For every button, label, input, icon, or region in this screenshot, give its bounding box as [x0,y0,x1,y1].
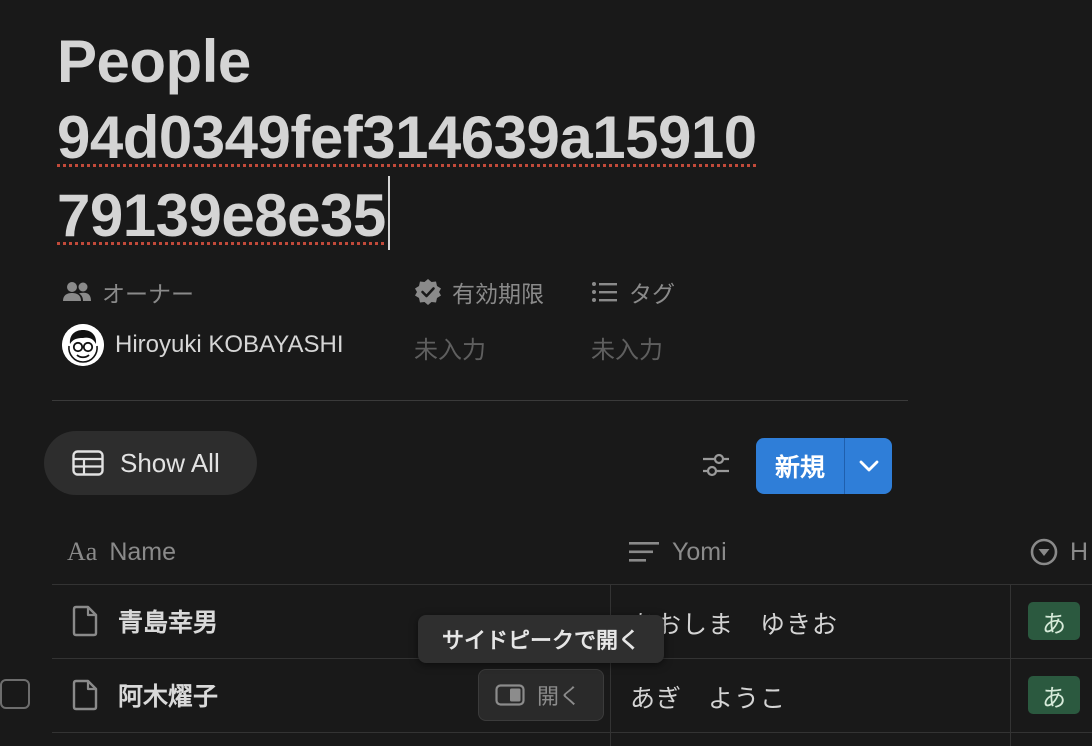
open-button-label: 開く [537,684,582,709]
property-tags[interactable]: タグ [591,276,675,308]
property-expiry-label: 有効期限 [452,281,544,307]
chevron-down-icon [859,460,878,472]
expiry-value[interactable]: 未入力 [414,330,486,365]
tag-badge[interactable]: あ [1028,602,1080,640]
list-icon [592,282,617,302]
text-aa-icon: Aa [67,537,98,566]
new-dropdown-button[interactable] [845,438,892,494]
owner-name: Hiroyuki KOBAYASHI [115,331,344,358]
side-peek-icon [495,684,525,706]
page-icon [72,605,98,637]
column-header-h-label: H [1070,537,1089,566]
text-caret [387,176,390,250]
property-owner[interactable]: オーナー [62,276,194,308]
tag-badge[interactable]: あ [1028,676,1080,714]
sliders-icon[interactable] [702,452,730,478]
tags-value[interactable]: 未入力 [591,330,663,365]
owner-value[interactable]: Hiroyuki KOBAYASHI [62,324,344,366]
page-title-line-1: People [57,28,251,95]
new-button-label[interactable]: 新規 [756,438,844,494]
text-lines-icon [629,542,659,562]
page-title[interactable]: People 94d0349fef314639a15910 79139e8e35 [57,24,917,254]
property-owner-label: オーナー [102,281,194,307]
avatar [62,324,104,366]
row-divider [52,584,1092,585]
table-row-name-text: 青島幸男 [118,609,219,637]
people-icon [63,282,91,301]
column-header-yomi-label: Yomi [672,537,727,566]
avatar-face-icon [62,324,104,366]
column-header-name-label: Name [109,537,177,566]
table-icon [72,450,104,476]
verified-badge-icon [415,279,441,305]
tooltip: サイドピークで開く [418,615,664,663]
new-button[interactable]: 新規 [756,438,892,494]
column-divider [610,584,611,746]
column-divider [1010,584,1011,746]
table-row-name[interactable]: 阿木燿子 [72,677,218,713]
row-divider [52,732,1092,733]
table-row-name-text: 阿木燿子 [118,683,219,711]
table-cell-yomi[interactable]: あぎ ようこ [630,679,786,715]
column-header-yomi[interactable]: Yomi [628,532,727,572]
select-circle-icon [1030,538,1058,566]
row-checkbox[interactable] [0,679,30,709]
page-icon [72,679,98,711]
column-header-h[interactable]: H [1030,532,1088,572]
column-header-name[interactable]: Aa Name [67,532,176,572]
page-title-line-3: 79139e8e35 [57,182,386,249]
open-side-peek-button[interactable]: 開く [479,670,603,720]
property-expiry[interactable]: 有効期限 [414,276,544,308]
page-title-line-2: 94d0349fef314639a15910 [57,104,757,171]
view-tab-show-all[interactable]: Show All [44,431,257,495]
property-tags-label: タグ [629,281,675,307]
view-tab-label: Show All [120,447,220,478]
divider [52,400,908,401]
table-row-name[interactable]: 青島幸男 [72,603,218,639]
